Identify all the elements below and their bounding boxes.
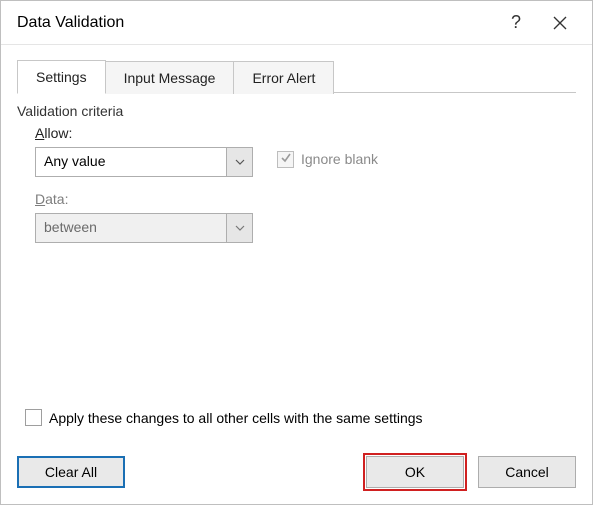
apply-changes-row: Apply these changes to all other cells w… [25,409,568,426]
validation-criteria-group: Validation criteria Allow: Any value [17,105,576,247]
tab-settings[interactable]: Settings [17,60,106,94]
data-combo: between [35,213,253,243]
ok-label: OK [405,464,425,480]
tab-settings-label: Settings [36,69,87,85]
chevron-down-icon [226,148,252,176]
clear-all-button[interactable]: Clear All [17,456,125,488]
check-icon [280,151,292,167]
checkbox-box [277,151,294,168]
cancel-button[interactable]: Cancel [478,456,576,488]
allow-label: Allow: [35,125,568,141]
apply-changes-label: Apply these changes to all other cells w… [49,410,423,426]
cancel-label: Cancel [505,464,549,480]
ignore-blank-label: Ignore blank [301,151,378,167]
data-label: Data: [35,191,568,207]
tab-input-message-label: Input Message [124,70,216,86]
content-area: Settings Input Message Error Alert Valid… [1,45,592,247]
chevron-down-icon [226,214,252,242]
help-symbol: ? [511,12,521,33]
apply-changes-checkbox[interactable]: Apply these changes to all other cells w… [25,409,423,426]
allow-combo[interactable]: Any value [35,147,253,177]
titlebar: Data Validation ? [1,1,592,45]
allow-value: Any value [36,148,226,176]
button-row: Clear All OK Cancel [17,456,576,488]
help-icon[interactable]: ? [494,1,538,45]
tab-error-alert-label: Error Alert [252,70,315,86]
ignore-blank-checkbox: Ignore blank [277,151,378,168]
window-title: Data Validation [17,14,494,32]
dialog-window: Data Validation ? Settings Input Message… [0,0,593,505]
close-icon[interactable] [538,1,582,45]
clear-all-label: Clear All [45,464,97,480]
tab-input-message[interactable]: Input Message [105,61,235,94]
checkbox-box [25,409,42,426]
tab-strip: Settings Input Message Error Alert [17,57,576,93]
validation-criteria-legend: Validation criteria [17,103,131,119]
tab-error-alert[interactable]: Error Alert [233,61,334,94]
data-value: between [36,214,226,242]
ok-button[interactable]: OK [366,456,464,488]
